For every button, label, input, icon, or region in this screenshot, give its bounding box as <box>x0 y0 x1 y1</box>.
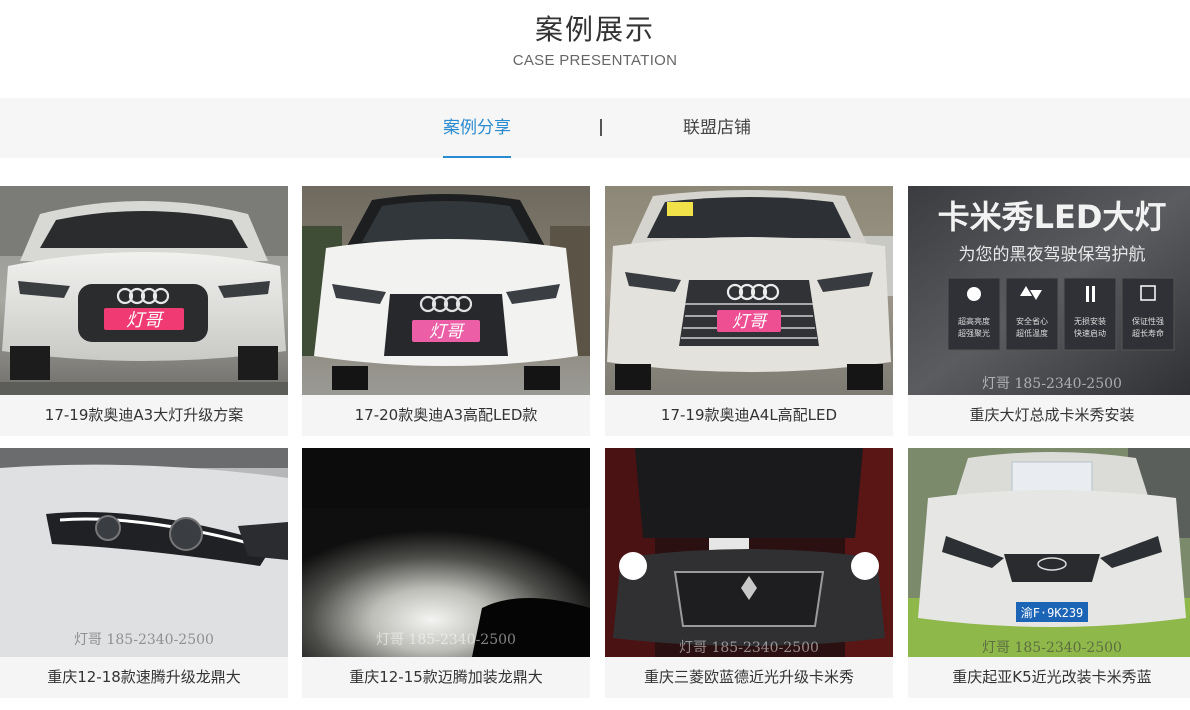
section-header: 案例展示 CASE PRESENTATION <box>0 0 1190 98</box>
case-caption: 17-20款奥迪A3高配LED款 <box>354 406 538 424</box>
section-title: 案例展示 <box>534 13 655 46</box>
case-caption: 重庆12-15款迈腾加装龙鼎大 <box>349 668 543 686</box>
case-caption: 重庆起亚K5近光改装卡米秀蓝 <box>952 668 1152 686</box>
case-card[interactable]: 渝F·9K239 灯哥 185-2340-2500 重庆起亚K5近光改装卡米秀蓝 <box>908 448 1190 698</box>
case-photo: 灯哥 185-2340-2500 <box>0 448 288 657</box>
svg-text:超高亮度: 超高亮度 <box>958 316 990 326</box>
svg-text:无损安装: 无损安装 <box>1074 316 1106 326</box>
case-caption: 重庆大灯总成卡米秀安装 <box>969 406 1135 424</box>
watermark: 灯哥 185-2340-2500 <box>679 640 819 656</box>
watermark: 灯哥 185-2340-2500 <box>376 632 516 648</box>
case-photo: 渝F·9K239 灯哥 185-2340-2500 <box>908 448 1190 657</box>
case-card[interactable]: 灯哥 185-2340-2500 重庆12-18款速腾升级龙鼎大 <box>0 448 288 698</box>
svg-text:超强聚光: 超强聚光 <box>958 328 990 338</box>
case-caption: 重庆三菱欧蓝德近光升级卡米秀 <box>643 668 854 686</box>
case-photo: 灯哥 <box>0 186 288 395</box>
tab-case-share[interactable]: 案例分享 <box>443 98 511 158</box>
case-photo: 灯哥 185-2340-2500 <box>302 448 590 657</box>
banner-title: 卡米秀LED大灯 <box>938 198 1167 236</box>
plate-text: 灯哥 <box>429 322 466 342</box>
svg-text:快速启动: 快速启动 <box>1074 328 1106 338</box>
case-card[interactable]: 灯哥 185-2340-2500 重庆三菱欧蓝德近光升级卡米秀 <box>605 448 893 698</box>
case-photo: 灯哥 185-2340-2500 <box>605 448 893 657</box>
banner-subtitle: 为您的黑夜驾驶保驾护航 <box>959 245 1146 265</box>
plate-text: 灯哥 <box>732 312 769 332</box>
sun-icon <box>967 287 981 301</box>
svg-text:保证性强: 保证性强 <box>1132 316 1164 326</box>
watermark: 灯哥 185-2340-2500 <box>74 632 214 648</box>
watermark: 灯哥 185-2340-2500 <box>982 640 1122 656</box>
tools-icon <box>1086 286 1089 302</box>
license-plate: 渝F·9K239 <box>1021 605 1084 620</box>
plate-text: 灯哥 <box>126 310 165 331</box>
svg-text:超低温度: 超低温度 <box>1016 328 1048 338</box>
case-photo: 卡米秀LED大灯 为您的黑夜驾驶保驾护航 超高亮度 超强聚光 安全省心 超低温度… <box>908 186 1190 395</box>
case-card[interactable]: 卡米秀LED大灯 为您的黑夜驾驶保驾护航 超高亮度 超强聚光 安全省心 超低温度… <box>908 186 1190 436</box>
case-caption: 17-19款奥迪A3大灯升级方案 <box>44 406 244 424</box>
case-caption: 17-19款奥迪A4L高配LED <box>660 406 838 424</box>
tab-alliance-stores[interactable]: 联盟店铺 <box>683 98 751 158</box>
case-photo: 灯哥 <box>302 186 590 395</box>
case-card[interactable]: 灯哥 17-19款奥迪A4L高配LED <box>605 186 893 436</box>
section-subtitle: CASE PRESENTATION <box>512 52 678 69</box>
svg-text:超长寿命: 超长寿命 <box>1132 328 1164 338</box>
case-card[interactable]: 灯哥 17-20款奥迪A3高配LED款 <box>302 186 590 436</box>
case-caption: 重庆12-18款速腾升级龙鼎大 <box>47 668 241 686</box>
tab-divider <box>600 119 602 136</box>
tab-bar: 案例分享 联盟店铺 <box>0 98 1190 158</box>
svg-text:安全省心: 安全省心 <box>1016 316 1048 326</box>
case-card[interactable]: 灯哥 17-19款奥迪A3大灯升级方案 <box>0 186 288 436</box>
watermark: 灯哥 185-2340-2500 <box>982 376 1122 392</box>
case-card[interactable]: 灯哥 185-2340-2500 重庆12-15款迈腾加装龙鼎大 <box>302 448 590 698</box>
case-photo: 灯哥 <box>605 186 893 395</box>
